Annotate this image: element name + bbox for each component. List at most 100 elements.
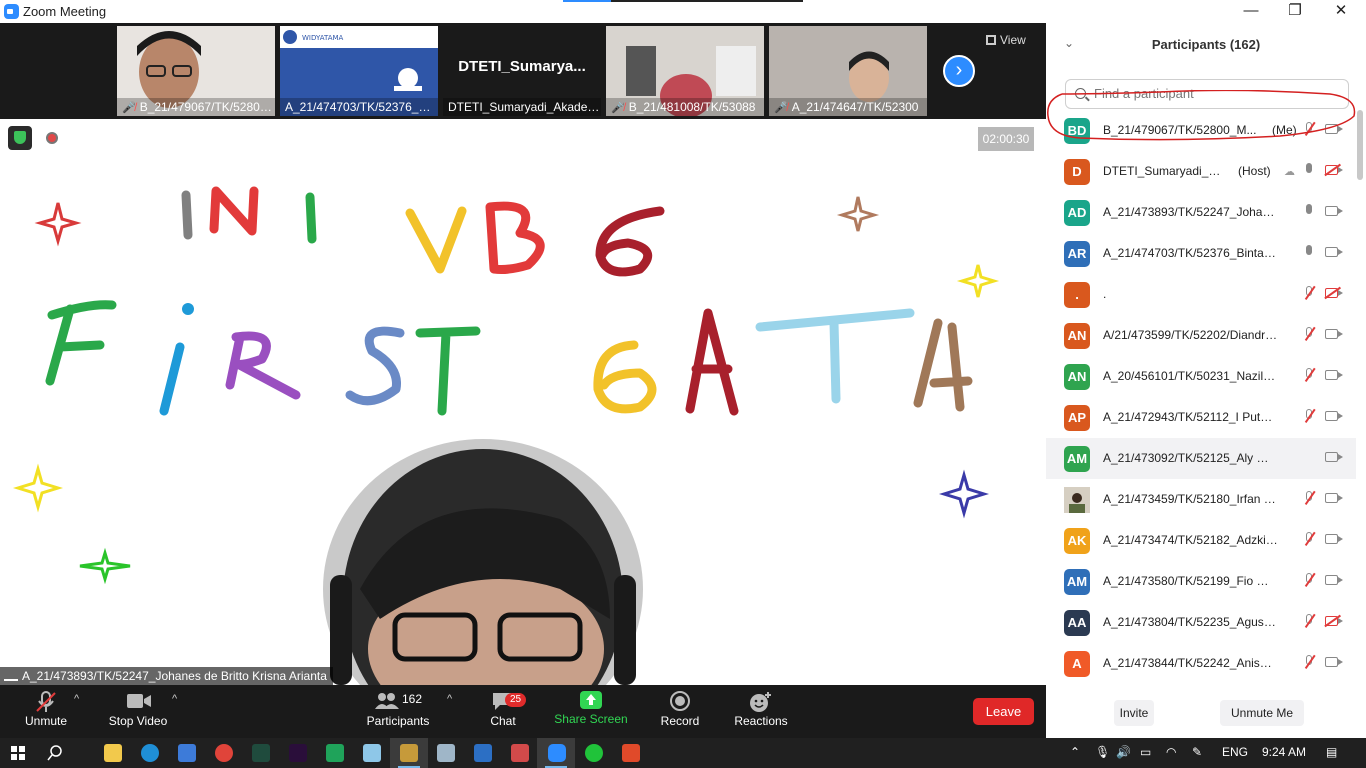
reactions-button[interactable]: Reactions xyxy=(732,685,790,738)
video-thumbnail[interactable]: 🎤̸ A_21/474647/TK/52300 xyxy=(769,26,927,116)
participant-row[interactable]: AR A_21/474703/TK/52376_Bintang ... xyxy=(1046,233,1356,274)
network-app-icon[interactable] xyxy=(437,744,455,762)
video-camera-icon xyxy=(1325,452,1338,462)
chat-button[interactable]: 25 Chat xyxy=(486,685,527,738)
tray-wifi-icon[interactable]: ◠ xyxy=(1166,745,1176,759)
video-options-caret-icon[interactable]: ^ xyxy=(172,693,177,705)
participant-avatar: AA xyxy=(1064,610,1090,636)
cloud-recording-icon: ☁ xyxy=(1284,166,1295,178)
winrar-icon[interactable] xyxy=(400,744,418,762)
participant-row[interactable]: BD B_21/479067/TK/52800_M... (Me) xyxy=(1046,110,1356,151)
pdf-reader-icon[interactable] xyxy=(622,744,640,762)
participant-row[interactable]: A_21/473459/TK/52180_Irfan M... xyxy=(1046,479,1356,520)
tray-mic-icon[interactable]: 🎙 xyxy=(1095,745,1110,759)
record-button[interactable]: Record xyxy=(656,685,704,738)
participant-row[interactable]: .. xyxy=(1046,274,1356,315)
video-camera-icon xyxy=(1325,411,1338,421)
participant-name: A/21/473599/TK/52202/Diandra... xyxy=(1103,328,1278,342)
record-icon xyxy=(668,691,692,711)
mic-muted-icon xyxy=(1304,532,1314,547)
video-stage: 🎤̸ B_21/479067/TK/52800_M WIDYATAMA A_21/… xyxy=(0,23,1046,685)
participant-name: A_21/474703/TK/52376_Bintang ... xyxy=(1103,246,1278,260)
maximize-button[interactable]: ❐ xyxy=(1272,0,1318,23)
leave-button[interactable]: Leave xyxy=(973,698,1034,725)
participants-scrollbar[interactable] xyxy=(1357,110,1363,180)
participants-count: 162 xyxy=(402,692,423,706)
smiley-plus-icon xyxy=(749,691,773,712)
notifications-icon[interactable]: ▤ xyxy=(1326,745,1337,759)
participant-avatar: BD xyxy=(1064,118,1090,144)
close-button[interactable]: ✕ xyxy=(1318,0,1364,23)
notes-app-icon[interactable] xyxy=(363,744,381,762)
view-button[interactable]: View xyxy=(986,33,1026,47)
participant-name: A_21/473893/TK/52247_Johanes... xyxy=(1103,205,1278,219)
mail-app-icon[interactable] xyxy=(474,744,492,762)
file-explorer-icon[interactable] xyxy=(104,744,122,762)
participant-row[interactable]: D DTETI_Sumaryadi_Ak... (Host) ☁ xyxy=(1046,151,1356,192)
thumbnail-name: A_21/474703/TK/52376_Bintang xyxy=(285,100,438,114)
video-thumbnail[interactable]: WIDYATAMA A_21/474703/TK/52376_Bintang xyxy=(280,26,438,116)
snip-tool-icon[interactable] xyxy=(511,744,529,762)
participant-avatar: AM xyxy=(1064,446,1090,472)
video-camera-icon xyxy=(1325,657,1338,667)
participant-row[interactable]: AK A_21/473474/TK/52182_Adzkia ... xyxy=(1046,520,1356,561)
edge-browser-icon[interactable] xyxy=(141,744,159,762)
participant-search-input[interactable]: Find a participant xyxy=(1065,79,1349,109)
security-shield-icon[interactable] xyxy=(8,126,32,150)
line-app-icon[interactable] xyxy=(585,744,603,762)
participant-name: A_21/473580/TK/52199_Fio Mel ... xyxy=(1103,574,1278,588)
participant-row[interactable]: A A_21/473844/TK/52242_Anisa N... xyxy=(1046,643,1356,684)
chrome-icon[interactable] xyxy=(215,744,233,762)
window-title: Zoom Meeting xyxy=(23,4,107,19)
minimize-button[interactable]: — xyxy=(1228,0,1274,23)
participant-row[interactable]: AN A_20/456101/TK/50231_Nazil N... xyxy=(1046,356,1356,397)
video-thumbnail[interactable]: DTETI_Sumarya... DTETI_Sumaryadi_Akademi… xyxy=(443,26,601,116)
clock[interactable]: 9:24 AM xyxy=(1262,745,1306,759)
audition-icon[interactable] xyxy=(252,744,270,762)
participants-caret-icon[interactable]: ^ xyxy=(447,693,452,705)
stop-video-button[interactable]: Stop Video xyxy=(104,685,172,738)
mic-muted-icon xyxy=(1304,491,1314,506)
tray-chevron-icon[interactable]: ⌃ xyxy=(1070,745,1080,759)
participant-row[interactable]: AD A_21/473893/TK/52247_Johanes... xyxy=(1046,192,1356,233)
store-icon[interactable] xyxy=(178,744,196,762)
video-thumbnail[interactable]: 🎤̸ B_21/479067/TK/52800_M xyxy=(117,26,275,116)
participant-row[interactable]: AM A_21/473580/TK/52199_Fio Mel ... xyxy=(1046,561,1356,602)
participants-footer: Invite Unmute Me xyxy=(1046,695,1366,735)
participant-row[interactable]: AM A_21/473092/TK/52125_Aly Murry D... xyxy=(1046,438,1356,479)
search-icon xyxy=(1075,88,1086,99)
participant-role-tag: (Host) xyxy=(1238,164,1271,178)
share-screen-button[interactable]: Share Screen xyxy=(553,685,629,738)
media-app-icon[interactable] xyxy=(326,744,344,762)
thumbnail-name: B_21/479067/TK/52800_M xyxy=(139,100,275,114)
participant-avatar: AN xyxy=(1064,323,1090,349)
tray-pen-icon[interactable]: ✎ xyxy=(1192,745,1202,759)
unmute-button[interactable]: Unmute xyxy=(18,685,74,738)
participant-avatar: AR xyxy=(1064,241,1090,267)
next-page-arrow-icon[interactable]: › xyxy=(943,55,975,87)
audio-options-caret-icon[interactable]: ^ xyxy=(74,693,79,705)
mic-icon xyxy=(1304,245,1314,260)
participant-avatar: AP xyxy=(1064,405,1090,431)
premiere-icon[interactable] xyxy=(289,744,307,762)
mic-muted-icon: 🎤̸ xyxy=(122,102,136,114)
language-indicator[interactable]: ENG xyxy=(1222,745,1248,759)
participant-name: A_21/473092/TK/52125_Aly Murry D... xyxy=(1103,451,1278,465)
participant-row[interactable]: AP A_21/472943/TK/52112_I Putu B... xyxy=(1046,397,1356,438)
tray-volume-icon[interactable]: 🔊 xyxy=(1116,745,1131,759)
video-camera-icon xyxy=(1325,247,1338,257)
participant-row[interactable]: AA A_21/473804/TK/52235_Agustin... xyxy=(1046,602,1356,643)
mic-muted-icon xyxy=(34,691,58,712)
participants-button[interactable]: 162 Participants xyxy=(364,685,432,738)
zoom-taskbar-icon[interactable] xyxy=(548,744,566,762)
mic-muted-icon xyxy=(1304,327,1314,342)
shared-whiteboard: 02:00:30 A_21/473893/TK/52247_Johanes de… xyxy=(0,119,1046,685)
windows-start-icon[interactable] xyxy=(11,746,25,760)
search-icon[interactable] xyxy=(47,745,63,761)
participant-row[interactable]: AN A/21/473599/TK/52202/Diandra... xyxy=(1046,315,1356,356)
invite-button[interactable]: Invite xyxy=(1114,700,1154,726)
participant-name: A_21/473474/TK/52182_Adzkia ... xyxy=(1103,533,1278,547)
unmute-me-button[interactable]: Unmute Me xyxy=(1220,700,1304,726)
tray-battery-icon[interactable]: ▭ xyxy=(1140,745,1151,759)
video-thumbnail[interactable]: 🎤̸ B_21/481008/TK/53088 xyxy=(606,26,764,116)
